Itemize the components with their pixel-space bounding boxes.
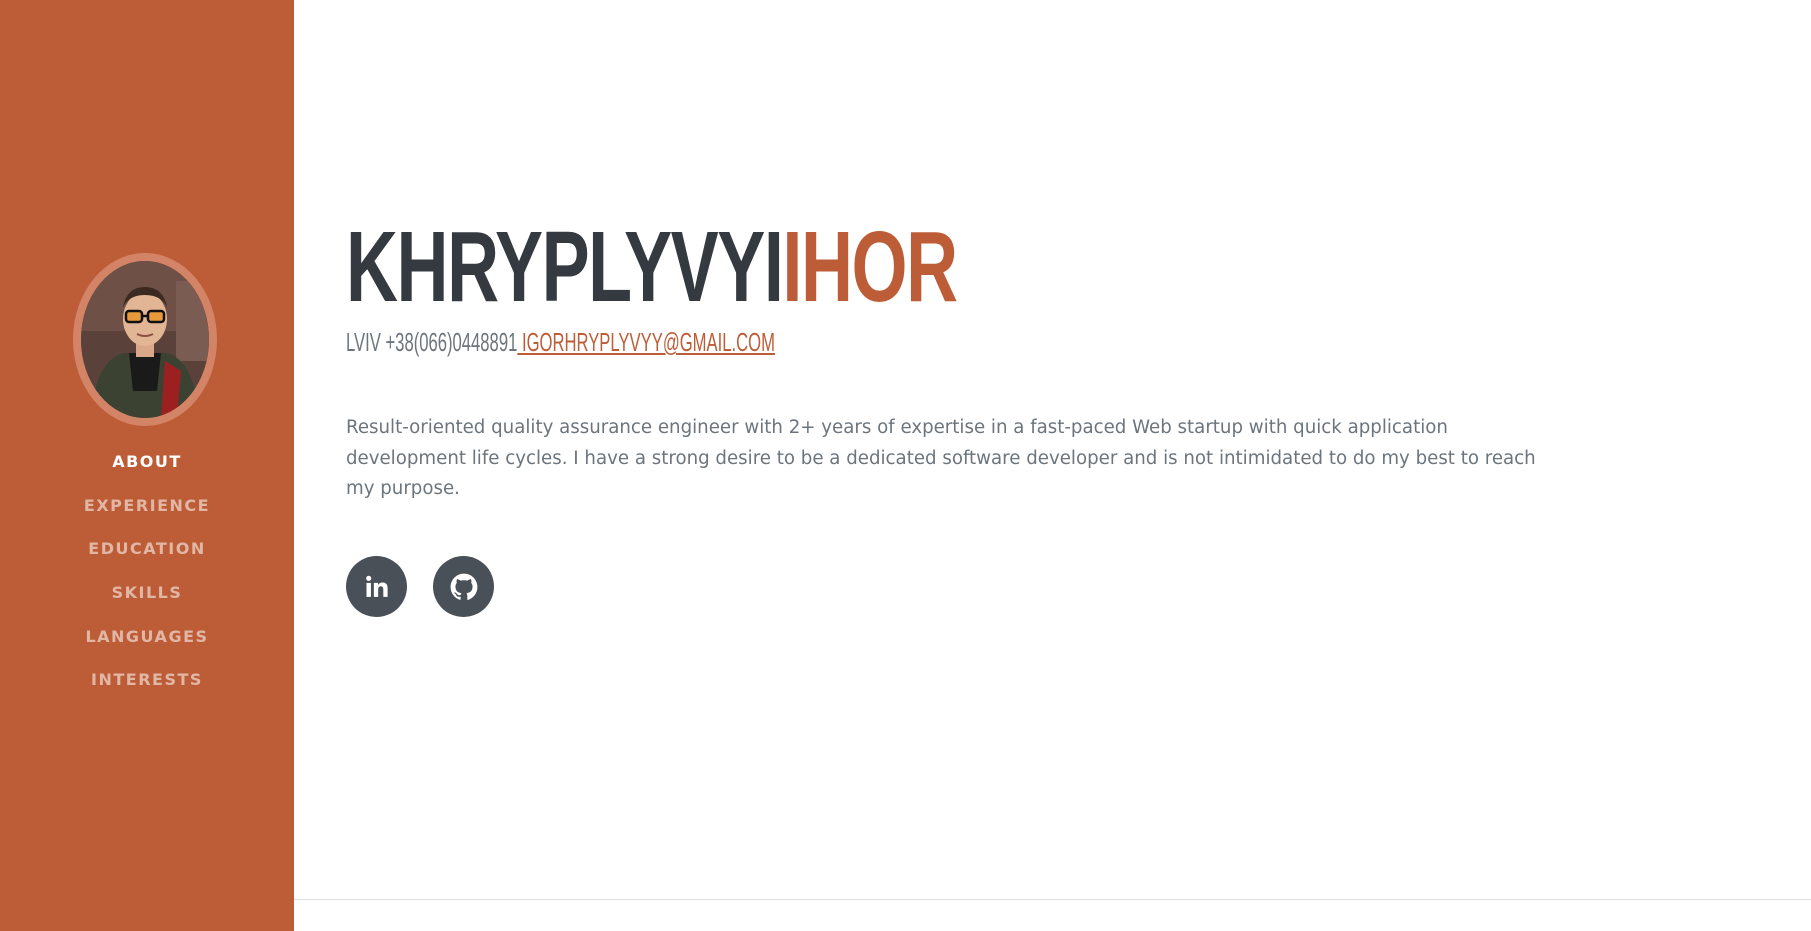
nav-link-languages[interactable]: LANGUAGES [85, 627, 208, 646]
linkedin-icon [365, 575, 388, 597]
sidebar-nav: ABOUT EXPERIENCE EDUCATION SKILLS LANGUA… [0, 452, 294, 714]
nav-item-experience: EXPERIENCE [0, 496, 294, 540]
nav-item-skills: SKILLS [0, 583, 294, 627]
nav-link-education[interactable]: EDUCATION [88, 539, 205, 558]
last-name: IHOR [782, 211, 958, 323]
email-link[interactable]: IGORHRYPLYVYY@GMAIL.COM [517, 327, 775, 357]
github-button[interactable] [433, 556, 494, 617]
nav-item-interests: INTERESTS [0, 670, 294, 714]
contact-line: LVIV +38(066)0448891 IGORHRYPLYVYY@GMAIL… [346, 327, 775, 357]
nav-link-experience[interactable]: EXPERIENCE [84, 496, 210, 515]
sidebar: ABOUT EXPERIENCE EDUCATION SKILLS LANGUA… [0, 0, 294, 931]
section-divider [294, 899, 1811, 900]
github-icon [450, 573, 477, 600]
profile-photo [81, 261, 209, 418]
first-name: KHRYPLYVYI [346, 211, 784, 323]
profile-photo-frame [73, 253, 217, 426]
nav-link-interests[interactable]: INTERESTS [91, 670, 203, 689]
profile-summary: Result-oriented quality assurance engine… [346, 417, 1536, 499]
location: LVIV [346, 327, 381, 357]
about-section: KHRYPLYVYIIHOR LVIV +38(066)0448891 IGOR… [294, 0, 1811, 931]
linkedin-button[interactable] [346, 556, 407, 617]
nav-link-about[interactable]: ABOUT [112, 452, 182, 471]
nav-item-about: ABOUT [0, 452, 294, 496]
social-icons [346, 556, 494, 617]
phone-number: +38(066)0448891 [385, 327, 518, 357]
full-name-heading: KHRYPLYVYIIHOR [346, 217, 958, 317]
nav-item-languages: LANGUAGES [0, 627, 294, 671]
nav-link-skills[interactable]: SKILLS [112, 583, 183, 602]
nav-item-education: EDUCATION [0, 539, 294, 583]
